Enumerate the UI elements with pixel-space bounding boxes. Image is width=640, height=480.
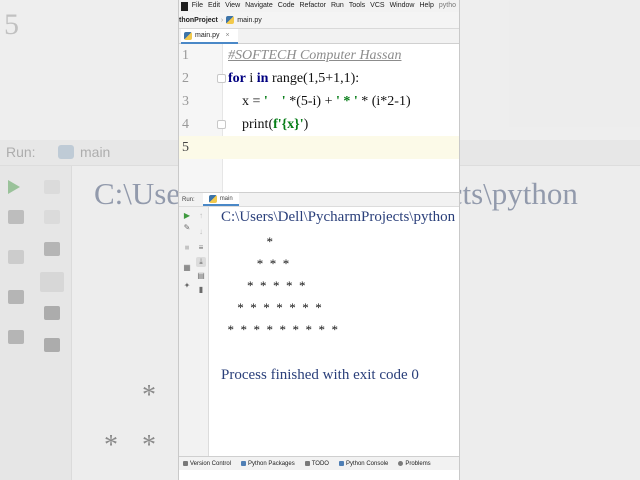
fold-icon[interactable] bbox=[217, 74, 226, 83]
run-tool-strip: ▶ ✎ ↑ ↓ ■ ≡ ⤓ ▦ ▤ ✦ ▮ bbox=[179, 207, 209, 456]
code-editor[interactable]: 1 #SOFTECH Computer Hassan 2 for i in ra… bbox=[179, 44, 459, 192]
line-number: 5 bbox=[182, 140, 189, 155]
console-command-path: C:\Users\Dell\PycharmProjects\python bbox=[221, 209, 456, 225]
code-line-2: 2 for i in range(1,5+1,1): bbox=[179, 67, 459, 90]
code-paren: ) bbox=[303, 117, 309, 132]
run-tool-bar: Run: main bbox=[179, 192, 459, 207]
tab-label: main.py bbox=[195, 32, 220, 39]
navigation-bar: thonProject › main.py bbox=[179, 12, 459, 29]
comment-text: #SOFTECH Computer Hassan bbox=[228, 48, 402, 63]
python-file-icon bbox=[184, 31, 192, 40]
code-text: x = ' ' *(5-i) + ' * ' * (i*2-1) bbox=[228, 90, 411, 113]
menu-code[interactable]: Code bbox=[278, 0, 295, 12]
fold-icon[interactable] bbox=[217, 120, 226, 129]
code-var: i bbox=[245, 71, 257, 86]
wrench-icon[interactable]: ✎ bbox=[182, 223, 192, 233]
console-output-line: * * * bbox=[221, 256, 290, 271]
down-arrow-icon[interactable]: ↓ bbox=[196, 227, 206, 237]
python-console-icon bbox=[338, 461, 344, 466]
todo-button[interactable]: TODO bbox=[304, 461, 329, 467]
run-label: Run: bbox=[182, 196, 195, 203]
branch-icon bbox=[183, 461, 188, 466]
process-exit-message: Process finished with exit code 0 bbox=[221, 367, 419, 383]
menu-file[interactable]: File bbox=[192, 0, 203, 12]
code-line-4: 4 print(f'{x}') bbox=[179, 113, 459, 136]
scroll-to-end-icon[interactable]: ⤓ bbox=[196, 257, 206, 267]
line-number: 2 bbox=[182, 71, 189, 86]
console-output-line: * * * * * * * * * bbox=[221, 322, 339, 337]
python-file-icon bbox=[226, 16, 235, 24]
menu-window[interactable]: Window bbox=[390, 0, 415, 12]
pin-icon[interactable]: ✦ bbox=[182, 281, 192, 291]
code-line-1: 1 #SOFTECH Computer Hassan bbox=[179, 44, 459, 67]
console-output-line: * * * * * bbox=[221, 278, 306, 293]
close-icon[interactable]: × bbox=[226, 32, 230, 39]
string-spaces: ' ' bbox=[263, 94, 286, 109]
keyword-in: in bbox=[256, 71, 269, 86]
code-line-3: 3 x = ' ' *(5-i) + ' * ' * (i*2-1) bbox=[179, 90, 459, 113]
layout-icon[interactable]: ▦ bbox=[182, 263, 192, 273]
tab-main-py[interactable]: main.py × bbox=[181, 29, 238, 44]
print-icon[interactable]: ▤ bbox=[196, 271, 206, 281]
run-tab-main[interactable]: main bbox=[202, 193, 239, 206]
menu-tools[interactable]: Tools bbox=[349, 0, 365, 12]
code-print: print( bbox=[228, 117, 274, 132]
rerun-icon[interactable]: ▶ bbox=[182, 211, 192, 221]
code-expr-2: * (i*2-1) bbox=[357, 94, 411, 109]
breadcrumb-file[interactable]: main.py bbox=[226, 16, 262, 24]
code-text: #SOFTECH Computer Hassan bbox=[228, 44, 401, 67]
string-fstring: f'{x}' bbox=[273, 117, 304, 132]
menu-edit[interactable]: Edit bbox=[208, 0, 220, 12]
string-star: ' * ' bbox=[335, 94, 358, 109]
code-text: for i in range(1,5+1,1): bbox=[228, 67, 359, 90]
console-output[interactable]: C:\Users\Dell\PycharmProjects\python * *… bbox=[209, 207, 459, 456]
code-range: range(1,5+1,1): bbox=[268, 71, 360, 86]
pycharm-logo-icon bbox=[181, 1, 188, 11]
trash-icon[interactable]: ▮ bbox=[196, 285, 206, 295]
console-output-line: * * * * * * * bbox=[221, 300, 322, 315]
editor-tab-bar: main.py × bbox=[179, 29, 459, 44]
line-number: 3 bbox=[182, 94, 189, 109]
pycharm-window: File Edit View Navigate Code Refactor Ru… bbox=[178, 0, 460, 480]
up-arrow-icon[interactable]: ↑ bbox=[196, 211, 206, 221]
run-tab-label: main bbox=[219, 195, 233, 202]
menu-run[interactable]: Run bbox=[331, 0, 344, 12]
window-bottom-edge bbox=[179, 470, 459, 480]
menu-refactor[interactable]: Refactor bbox=[300, 0, 326, 12]
breadcrumb-file-label: main.py bbox=[237, 16, 262, 24]
menu-view[interactable]: View bbox=[225, 0, 240, 12]
version-control-button[interactable]: Version Control bbox=[183, 461, 231, 467]
breadcrumb-separator: › bbox=[220, 16, 224, 24]
todo-icon bbox=[304, 461, 310, 466]
code-expr: *(5-i) + bbox=[285, 94, 336, 109]
window-title: pytho bbox=[438, 2, 456, 9]
python-packages-button[interactable]: Python Packages bbox=[241, 461, 295, 467]
menu-help[interactable]: Help bbox=[419, 0, 433, 12]
keyword-for: for bbox=[228, 71, 246, 86]
problems-icon bbox=[398, 461, 404, 466]
problems-button[interactable]: Problems bbox=[398, 461, 431, 467]
code-line-5: 5 bbox=[179, 136, 459, 159]
console-output-line: * bbox=[221, 234, 274, 249]
menu-vcs[interactable]: VCS bbox=[370, 0, 384, 12]
python-icon bbox=[208, 194, 217, 203]
stop-icon[interactable]: ■ bbox=[182, 243, 192, 253]
line-number: 4 bbox=[182, 117, 189, 132]
menu-navigate[interactable]: Navigate bbox=[245, 0, 273, 12]
line-number: 1 bbox=[182, 48, 189, 63]
code-assign: x = bbox=[228, 94, 264, 109]
tool-window-bar: Version Control Python Packages TODO Pyt… bbox=[179, 456, 459, 470]
packages-icon bbox=[241, 461, 247, 466]
breadcrumb-project[interactable]: thonProject bbox=[179, 17, 218, 24]
python-console-button[interactable]: Python Console bbox=[338, 461, 388, 467]
code-text: print(f'{x}') bbox=[228, 113, 308, 136]
menu-bar: File Edit View Navigate Code Refactor Ru… bbox=[179, 0, 459, 12]
soft-wrap-icon[interactable]: ≡ bbox=[196, 243, 206, 253]
